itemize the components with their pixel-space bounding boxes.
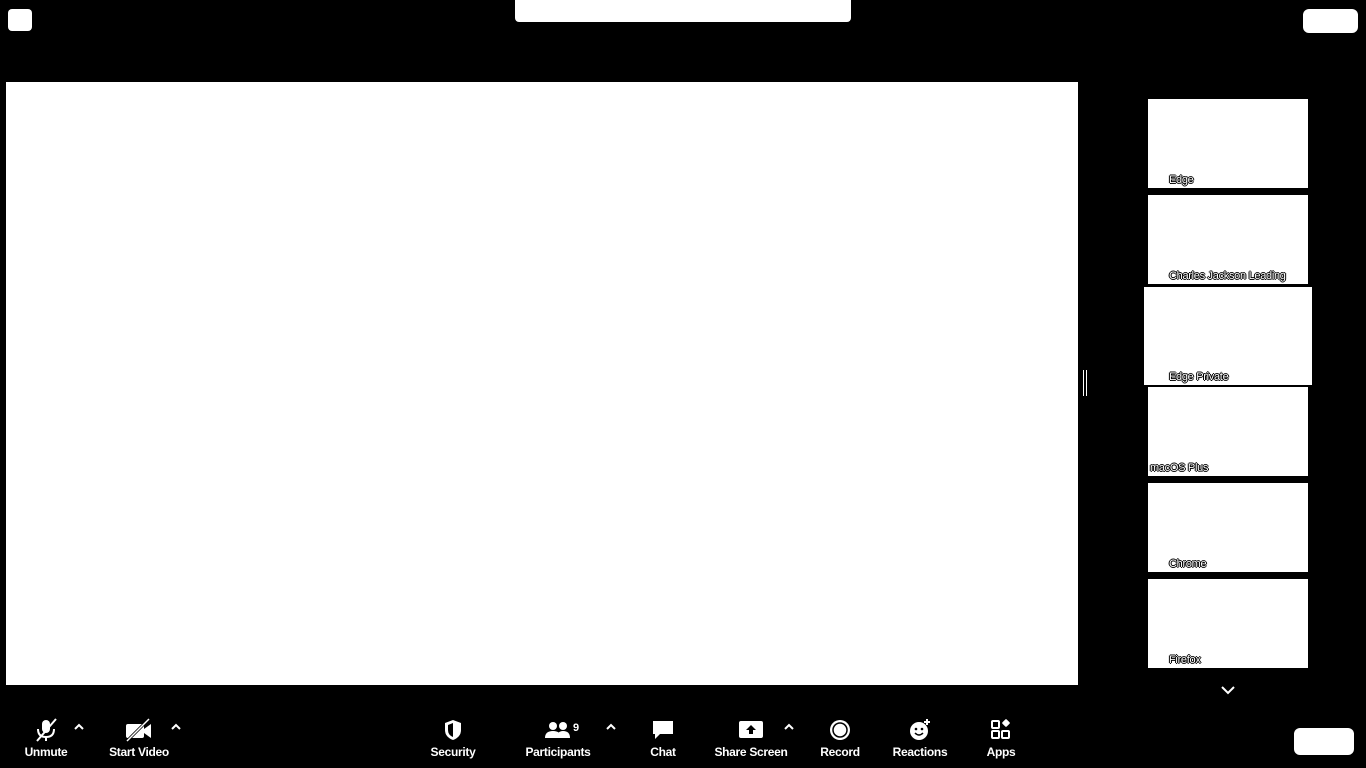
meeting-toolbar: Unmute Start Video Security Participants: [0, 700, 1366, 768]
unmute-label: Unmute: [24, 745, 68, 759]
share-options-caret-icon[interactable]: [783, 722, 795, 732]
participant-name: Charles Jackson Leading: [1169, 270, 1286, 282]
participant-tile-selected[interactable]: Edge Private: [1142, 285, 1314, 387]
share-screen-button[interactable]: Share Screen: [713, 718, 789, 759]
participant-name: Edge: [1169, 174, 1194, 186]
participant-gallery: Edge Charles Jackson Leading Edge Privat…: [1140, 92, 1316, 677]
record-button[interactable]: Record: [817, 718, 863, 759]
video-off-camera-icon: [125, 718, 151, 742]
participants-button[interactable]: Participants: [524, 718, 592, 759]
muted-microphone-icon: [36, 718, 57, 742]
participants-label: Participants: [525, 745, 591, 759]
chevron-down-icon[interactable]: [1219, 683, 1237, 697]
chat-label: Chat: [650, 745, 676, 759]
participant-tile[interactable]: Charles Jackson Leading: [1148, 195, 1308, 284]
end-meeting-button[interactable]: [1294, 728, 1354, 755]
meeting-info-button[interactable]: [8, 9, 32, 31]
meeting-title-bar: [515, 0, 851, 22]
participant-tile[interactable]: Firefox: [1148, 579, 1308, 668]
video-options-caret-icon[interactable]: [170, 722, 182, 732]
reactions-smiley-icon: [910, 719, 930, 740]
participant-tile[interactable]: Edge: [1148, 99, 1308, 188]
unmute-button[interactable]: Unmute: [18, 718, 74, 759]
participant-name: macOS Plus: [1150, 462, 1209, 474]
share-screen-label: Share Screen: [714, 745, 788, 759]
top-bar: [0, 0, 1366, 82]
record-icon: [830, 720, 850, 740]
panel-resize-handle[interactable]: [1083, 370, 1087, 396]
shield-icon: [445, 720, 461, 740]
participant-name: Chrome: [1169, 558, 1207, 570]
apps-button[interactable]: Apps: [983, 718, 1019, 759]
audio-options-caret-icon[interactable]: [73, 722, 85, 732]
start-video-button[interactable]: Start Video: [104, 718, 174, 759]
reactions-button[interactable]: Reactions: [891, 718, 949, 759]
security-label: Security: [430, 745, 476, 759]
participant-name: Edge Private: [1169, 371, 1229, 383]
reactions-label: Reactions: [892, 745, 948, 759]
share-screen-icon: [739, 721, 763, 738]
participants-options-caret-icon[interactable]: [605, 722, 617, 732]
record-label: Record: [820, 745, 860, 759]
participants-icon: [545, 722, 570, 738]
chat-bubble-icon: [653, 721, 673, 739]
participants-count-badge: 9: [573, 722, 580, 734]
main-video-stage[interactable]: [6, 82, 1078, 685]
participant-tile[interactable]: Chrome: [1148, 483, 1308, 572]
security-button[interactable]: Security: [427, 718, 479, 759]
participant-name: Firefox: [1169, 654, 1201, 666]
start-video-label: Start Video: [109, 745, 169, 759]
chat-button[interactable]: Chat: [644, 718, 682, 759]
participant-tile[interactable]: macOS Plus: [1148, 387, 1308, 476]
apps-label: Apps: [986, 745, 1016, 759]
view-button[interactable]: [1303, 9, 1358, 33]
apps-grid-icon: [991, 719, 1010, 739]
